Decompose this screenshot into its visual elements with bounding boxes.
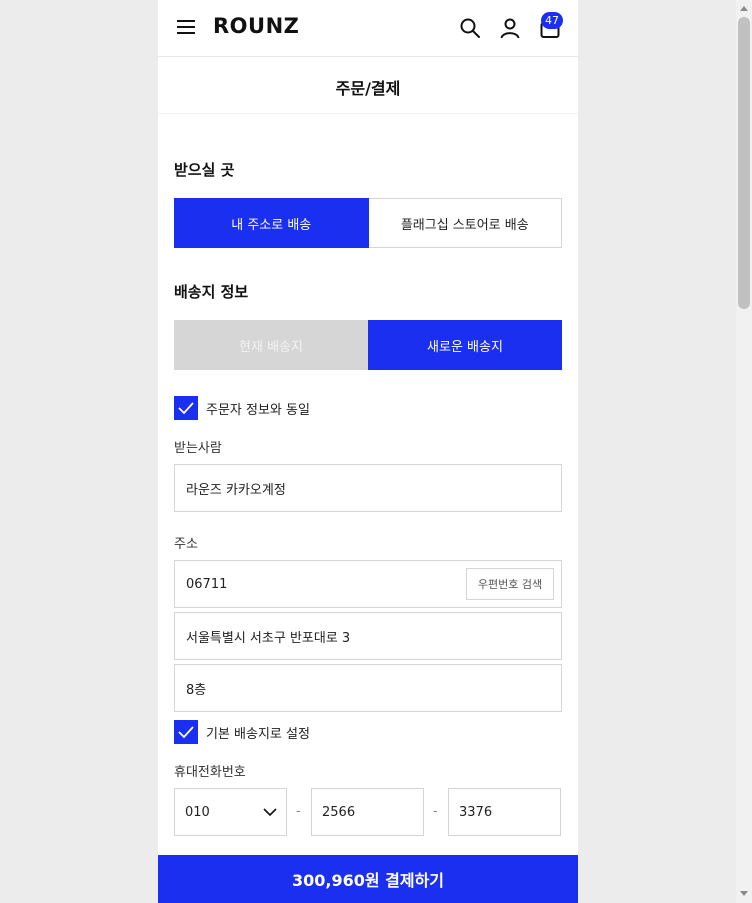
checkout-page: ROUNZ 47 주문/결제 받으실 곳 내 주소로 배송 플래그십 스토어로 … (158, 0, 578, 903)
phone-last-input[interactable]: 3376 (448, 788, 561, 836)
same-as-orderer-label: 주문자 정보와 동일 (206, 402, 310, 418)
search-icon[interactable] (458, 16, 482, 40)
pay-button[interactable]: 300,960원 결제하기 (158, 855, 578, 903)
address-line1-value: 서울특별시 서초구 반포대로 3 (186, 630, 351, 646)
top-bar: ROUNZ 47 (158, 0, 578, 57)
scrollbar-thumb[interactable] (738, 17, 750, 309)
hamburger-menu-icon[interactable] (177, 20, 195, 34)
zip-code-search-button[interactable]: 우편번호 검색 (466, 568, 554, 600)
phone-label: 휴대전화번호 (174, 765, 246, 780)
phone-prefix-value: 010 (185, 804, 210, 820)
phone-dash: - (296, 804, 301, 819)
delivery-location-toggle: 내 주소로 배송 플래그십 스토어로 배송 (174, 198, 562, 248)
phone-last-value: 3376 (459, 804, 493, 820)
cart-count-badge: 47 (541, 12, 563, 29)
page-title: 주문/결제 (335, 79, 401, 98)
brand-logo[interactable]: ROUNZ (213, 14, 299, 38)
recipient-value: 라운즈 카카오계정 (186, 482, 286, 498)
checkmark-icon (178, 726, 194, 739)
phone-middle-input[interactable]: 2566 (311, 788, 424, 836)
checkmark-icon (178, 402, 194, 415)
address-line2-input[interactable]: 8층 (174, 664, 562, 712)
default-address-label: 기본 배송지로 설정 (206, 726, 310, 742)
default-address-row[interactable]: 기본 배송지로 설정 (174, 720, 310, 744)
new-address-option[interactable]: 새로운 배송지 (368, 320, 562, 370)
current-address-option[interactable]: 현재 배송지 (174, 320, 368, 370)
user-icon[interactable] (498, 16, 522, 40)
address-label: 주소 (174, 537, 198, 552)
address-line1-input[interactable]: 서울특별시 서초구 반포대로 3 (174, 612, 562, 660)
scroll-down-arrow-icon[interactable] (740, 891, 748, 896)
shipping-info-heading: 배송지 정보 (174, 283, 249, 301)
zip-code-input[interactable]: 06711 우편번호 검색 (174, 560, 562, 608)
deliver-to-flagship-store-option[interactable]: 플래그십 스토어로 배송 (368, 198, 562, 248)
same-as-orderer-checkbox[interactable] (174, 396, 198, 420)
delivery-location-heading: 받으실 곳 (174, 161, 235, 179)
recipient-label: 받는사람 (174, 441, 222, 456)
scroll-up-arrow-icon[interactable] (740, 6, 748, 11)
chevron-down-icon (263, 808, 277, 817)
address-line2-value: 8층 (186, 682, 207, 698)
page-scrollbar[interactable] (736, 0, 752, 903)
phone-dash: - (433, 804, 438, 819)
phone-middle-value: 2566 (322, 804, 356, 820)
deliver-to-my-address-option[interactable]: 내 주소로 배송 (174, 198, 369, 248)
default-address-checkbox[interactable] (174, 720, 198, 744)
shipping-address-toggle: 현재 배송지 새로운 배송지 (174, 320, 562, 370)
phone-prefix-select[interactable]: 010 (174, 788, 287, 836)
same-as-orderer-row[interactable]: 주문자 정보와 동일 (174, 396, 310, 420)
recipient-input[interactable]: 라운즈 카카오계정 (174, 464, 562, 512)
page-title-bar: 주문/결제 (158, 57, 578, 114)
zip-code-value: 06711 (186, 576, 228, 592)
